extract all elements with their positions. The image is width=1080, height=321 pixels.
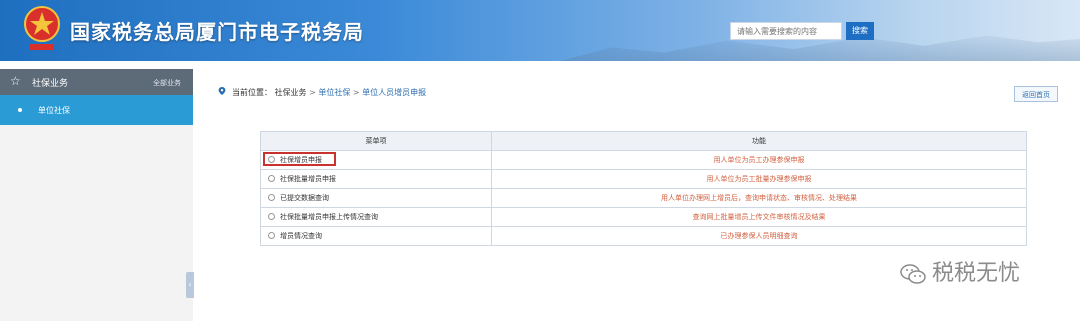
column-header-menu: 菜单项 [260,131,492,151]
watermark: 税税无忧 [900,255,1020,287]
breadcrumb-item-unit-social-security[interactable]: 单位社保 [318,88,350,97]
menu-item-label[interactable]: 已提交数据查询 [280,194,329,202]
function-cell: 用人单位为员工办理参保申报 [491,150,1027,170]
site-header: 国家税务总局厦门市电子税务局 搜索 [0,0,1080,61]
back-home-button[interactable]: 返回首页 [1014,86,1058,102]
sidebar-header[interactable]: ☆ 社保业务 全部业务 [0,69,193,95]
menu-item-label[interactable]: 增员情况查询 [280,232,322,240]
breadcrumb: 当前位置： 社保业务 > 单位社保 > 单位人员增员申报 [232,87,426,98]
breadcrumb-separator: > [352,88,360,97]
tax-emblem-icon [24,6,60,50]
breadcrumb-item-staff-increase[interactable]: 单位人员增员申报 [362,88,426,97]
wechat-icon [900,264,926,284]
menu-cell[interactable]: 社保增员申报 [260,150,492,170]
table-row[interactable]: 增员情况查询 已办理参保人员明细查询 [260,226,1027,246]
site-title: 国家税务总局厦门市电子税务局 [70,20,364,44]
menu-cell[interactable]: 社保批量增员申报 [260,169,492,189]
column-header-function: 功能 [491,131,1027,151]
menu-table: 菜单项 功能 社保增员申报 用人单位为员工办理参保申报 社保批量增员申报 用人单… [260,131,1027,246]
table-header-row: 菜单项 功能 [260,131,1027,151]
function-cell: 用人单位为员工批量办理参保申报 [491,169,1027,189]
all-services-link[interactable]: 全部业务 [153,78,181,88]
radio-button[interactable] [268,175,275,182]
highlight-box [263,152,336,166]
radio-button[interactable] [268,232,275,239]
breadcrumb-separator: > [309,88,316,97]
star-icon: ☆ [10,74,21,88]
table-row[interactable]: 社保增员申报 用人单位为员工办理参保申报 [260,150,1027,170]
sidebar-item-unit-social-security[interactable]: 单位社保 [0,95,193,125]
radio-button[interactable] [268,194,275,201]
search-input[interactable] [730,22,842,40]
table-row[interactable]: 已提交数据查询 用人单位办理网上增员后，查询申请状态、审核情况、处理结果 [260,188,1027,208]
menu-cell[interactable]: 已提交数据查询 [260,188,492,208]
sidebar-collapse-handle[interactable]: ‹ [186,272,194,298]
location-pin-icon [218,87,226,95]
left-sidebar: ☆ 社保业务 全部业务 单位社保 [0,69,193,321]
watermark-text: 税税无忧 [932,261,1021,286]
search-button[interactable]: 搜索 [846,22,874,40]
function-cell: 用人单位办理网上增员后，查询申请状态、审核情况、处理结果 [491,188,1027,208]
menu-cell[interactable]: 增员情况查询 [260,226,492,246]
table-row[interactable]: 社保批量增员申报上传情况查询 查询网上批量增员上传文件审核情况及结果 [260,207,1027,227]
function-cell: 已办理参保人员明细查询 [491,226,1027,246]
radio-button[interactable] [268,213,275,220]
menu-cell[interactable]: 社保批量增员申报上传情况查询 [260,207,492,227]
function-cell: 查询网上批量增员上传文件审核情况及结果 [491,207,1027,227]
sidebar-header-label: 社保业务 [32,79,69,89]
table-row[interactable]: 社保批量增员申报 用人单位为员工批量办理参保申报 [260,169,1027,189]
breadcrumb-item-social-business[interactable]: 社保业务 [275,88,307,97]
breadcrumb-prefix: 当前位置： [232,88,272,97]
menu-item-label[interactable]: 社保批量增员申报 [280,175,336,183]
bullet-icon [18,108,22,112]
menu-item-label[interactable]: 社保批量增员申报上传情况查询 [280,213,378,221]
sidebar-item-label: 单位社保 [38,106,70,115]
